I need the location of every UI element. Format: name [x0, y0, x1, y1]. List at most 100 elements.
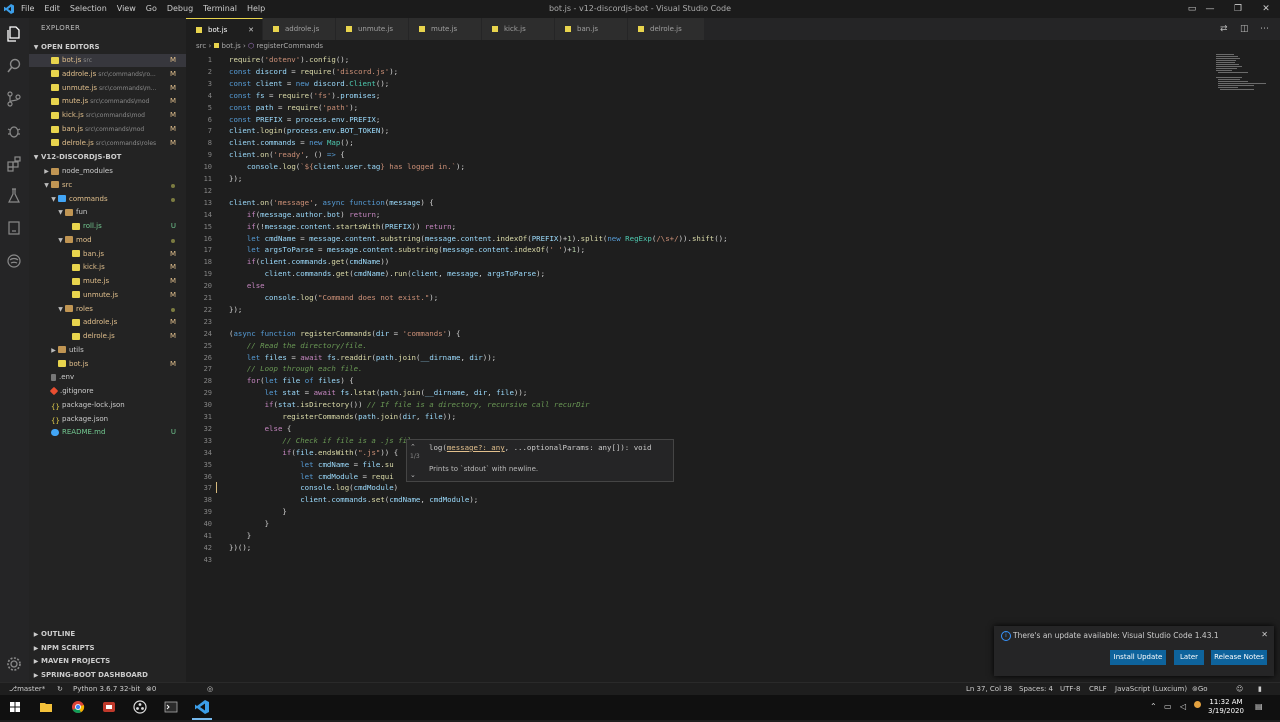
- settings-gear-icon[interactable]: [5, 655, 23, 673]
- release-notes-button[interactable]: Release Notes: [1211, 650, 1267, 665]
- tree-file[interactable]: roll.js U: [29, 220, 186, 233]
- tree-file[interactable]: {} package-lock.json: [29, 399, 186, 412]
- code-line[interactable]: let cmdName = message.content.substring(…: [229, 233, 728, 245]
- code-line[interactable]: }: [229, 506, 286, 518]
- volume-icon[interactable]: ◁: [1180, 702, 1186, 711]
- code-line[interactable]: // Loop through each file.: [229, 363, 363, 375]
- code-line[interactable]: for(let file of files) {: [229, 375, 354, 387]
- source-control-icon[interactable]: [5, 90, 23, 108]
- live-share-icon[interactable]: [5, 252, 23, 270]
- code-line[interactable]: if(file.endsWith(".js")) {: [229, 447, 398, 459]
- tree-file[interactable]: bot.js M: [29, 358, 186, 371]
- tab-addrole-js[interactable]: addrole.js: [263, 18, 336, 40]
- code-line[interactable]: console.log(`${client.user.tag} has logg…: [229, 161, 465, 173]
- tray-chevron-up-icon[interactable]: ⌃: [1150, 702, 1157, 711]
- code-line[interactable]: const discord = require('discord.js');: [229, 66, 398, 78]
- windows-start-icon[interactable]: [7, 699, 23, 715]
- open-editor-item[interactable]: addrole.js src\commands\ro... M: [29, 68, 186, 81]
- code-line[interactable]: if(message.author.bot) return;: [229, 209, 381, 221]
- tree-folder[interactable]: ▶ node_modules: [29, 165, 186, 178]
- code-line[interactable]: const path = require('path');: [229, 102, 358, 114]
- close-notification-icon[interactable]: ✕: [1261, 630, 1268, 639]
- breadcrumb-file[interactable]: bot.js: [213, 42, 241, 50]
- clock[interactable]: 11:32 AM 3/19/2020: [1206, 698, 1246, 716]
- tree-file[interactable]: unmute.js M: [29, 289, 186, 302]
- npm-scripts-section[interactable]: ▶ NPM SCRIPTS: [29, 642, 186, 654]
- tree-file[interactable]: {} package.json: [29, 413, 186, 426]
- tree-file[interactable]: ban.js M: [29, 248, 186, 261]
- outline-section[interactable]: ▶ OUTLINE: [29, 628, 186, 640]
- tree-file[interactable]: .env: [29, 371, 186, 384]
- breadcrumb-src[interactable]: src: [196, 42, 206, 50]
- minimap[interactable]: [1214, 53, 1274, 113]
- maven-projects-section[interactable]: ▶ MAVEN PROJECTS: [29, 655, 186, 667]
- close-tab-icon[interactable]: ✕: [248, 19, 254, 41]
- open-editor-item[interactable]: unmute.js src\commands\m... M: [29, 82, 186, 95]
- code-line[interactable]: client.on('ready', () => {: [229, 149, 345, 161]
- code-line[interactable]: const fs = require('fs').promises;: [229, 90, 380, 102]
- code-line[interactable]: })();: [229, 542, 251, 554]
- code-line[interactable]: console.log("Command does not exist.");: [229, 292, 439, 304]
- tree-folder[interactable]: ▼ mod: [29, 234, 186, 247]
- code-line[interactable]: require('dotenv').config();: [229, 54, 349, 66]
- code-line[interactable]: console.log(cmdModule): [229, 482, 398, 494]
- explorer-icon[interactable]: [5, 25, 23, 43]
- code-line[interactable]: // Check if file is a .js file.: [229, 435, 420, 447]
- code-line[interactable]: }: [229, 518, 269, 530]
- code-line[interactable]: if(client.commands.get(cmdName)): [229, 256, 389, 268]
- code-line[interactable]: client.commands.get(cmdName).run(client,…: [229, 268, 545, 280]
- tree-file[interactable]: README.md U: [29, 426, 186, 439]
- code-line[interactable]: registerCommands(path.join(dir, file));: [229, 411, 456, 423]
- code-line[interactable]: });: [229, 173, 242, 185]
- chevron-down-icon[interactable]: ⌄: [410, 471, 416, 479]
- close-window-button[interactable]: ✕: [1252, 0, 1280, 18]
- more-actions-icon[interactable]: ⋯: [1260, 18, 1269, 40]
- obs-icon[interactable]: [132, 699, 148, 715]
- file-explorer-icon[interactable]: [38, 699, 54, 715]
- tree-file[interactable]: delrole.js M: [29, 330, 186, 343]
- code-line[interactable]: let stat = await fs.lstat(path.join(__di…: [229, 387, 528, 399]
- tree-folder[interactable]: ▼ fun: [29, 206, 186, 219]
- code-line[interactable]: else: [229, 280, 265, 292]
- tree-file[interactable]: mute.js M: [29, 275, 186, 288]
- code-line[interactable]: let files = await fs.readdir(path.join(_…: [229, 352, 496, 364]
- chrome-icon[interactable]: [70, 699, 86, 715]
- open-editor-item[interactable]: mute.js src\commands\mod M: [29, 95, 186, 108]
- breadcrumb-symbol[interactable]: ⬡ registerCommands: [248, 42, 323, 50]
- open-editor-item[interactable]: delrole.js src\commands\roles M: [29, 137, 186, 150]
- tab-mute-js[interactable]: mute.js: [409, 18, 482, 40]
- tree-folder[interactable]: ▼ commands: [29, 193, 186, 206]
- test-flask-icon[interactable]: [5, 187, 23, 205]
- code-line[interactable]: client.login(process.env.BOT_TOKEN);: [229, 125, 389, 137]
- code-line[interactable]: let cmdName = file.su: [229, 459, 394, 471]
- action-center-icon[interactable]: ▤: [1255, 702, 1263, 711]
- code-line[interactable]: else {: [229, 423, 292, 435]
- open-editors-section[interactable]: ▼ OPEN EDITORS: [29, 41, 186, 53]
- code-line[interactable]: if(stat.isDirectory()) // If file is a d…: [229, 399, 590, 411]
- tree-file[interactable]: addrole.js M: [29, 316, 186, 329]
- spring-boot-dashboard-section[interactable]: ▶ SPRING-BOOT DASHBOARD: [29, 669, 186, 681]
- open-editor-item[interactable]: kick.js src\commands\mod M: [29, 109, 186, 122]
- code-editor[interactable]: 1 2 3 4 5 6 7 8 9 10 11 12 13 14 15 16 17 18 19 20 21 22 23 24 2…: [186, 53, 1280, 682]
- open-editor-item[interactable]: bot.js src M: [29, 54, 186, 67]
- install-update-button[interactable]: Install Update: [1110, 650, 1166, 665]
- tab-bot-js[interactable]: bot.js ✕: [186, 18, 263, 41]
- code-line[interactable]: (async function registerCommands(dir = '…: [229, 328, 460, 340]
- code-line[interactable]: let cmdModule = requi: [229, 471, 393, 483]
- code-line[interactable]: });: [229, 304, 242, 316]
- project-section[interactable]: ▼ V12-DISCORDJS-BOT: [29, 151, 186, 163]
- compare-changes-icon[interactable]: ⇄: [1220, 18, 1228, 40]
- later-button[interactable]: Later: [1174, 650, 1204, 665]
- tree-file[interactable]: .gitignore: [29, 385, 186, 398]
- maximize-button[interactable]: ❐: [1224, 0, 1252, 18]
- tab-unmute-js[interactable]: unmute.js: [336, 18, 409, 40]
- tree-folder[interactable]: ▼ roles: [29, 303, 186, 316]
- code-line[interactable]: const PREFIX = process.env.PREFIX;: [229, 114, 380, 126]
- code-line[interactable]: client.commands.set(cmdName, cmdModule);: [229, 494, 478, 506]
- code-line[interactable]: if(!message.content.startsWith(PREFIX)) …: [229, 221, 456, 233]
- code-line[interactable]: client.on('message', async function(mess…: [229, 197, 434, 209]
- tray-app-icon[interactable]: [1194, 701, 1201, 708]
- code-line[interactable]: let argsToParse = message.content.substr…: [229, 244, 585, 256]
- vscode-taskbar-icon[interactable]: [194, 699, 210, 715]
- split-editor-icon[interactable]: ◫: [1240, 18, 1249, 40]
